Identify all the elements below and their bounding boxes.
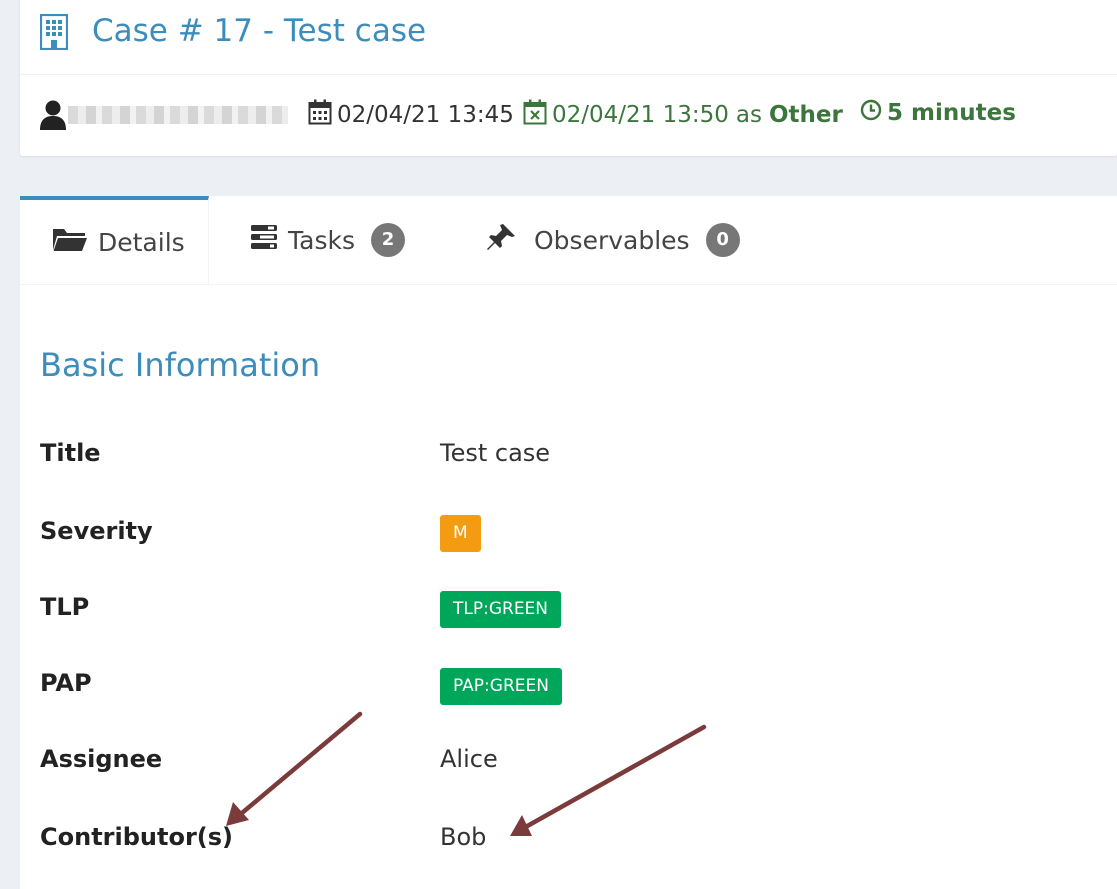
start-date: 02/04/21 13:45 <box>308 99 514 131</box>
tab-details-label: Details <box>98 227 185 257</box>
pap-badge[interactable]: PAP:GREEN <box>440 668 562 705</box>
tab-tasks[interactable]: Tasks 2 <box>250 196 405 284</box>
field-assignee-value[interactable]: Alice <box>440 745 498 773</box>
clock-icon <box>860 99 882 127</box>
building-icon <box>39 13 69 54</box>
tasks-icon <box>250 224 278 256</box>
start-date-text: 02/04/21 13:45 <box>337 102 514 128</box>
field-severity: Severity M <box>40 515 1090 557</box>
severity-badge[interactable]: M <box>440 515 481 552</box>
as-text: as <box>735 102 762 128</box>
user-icon <box>40 100 66 136</box>
case-details-panel: Details Tasks 2 Observables 0 Basic Info… <box>20 196 1117 889</box>
field-tlp-label: TLP <box>40 593 90 621</box>
field-tlp-value: TLP:GREEN <box>440 591 562 628</box>
tasks-count-badge: 2 <box>370 223 405 257</box>
redacted-username <box>68 106 288 124</box>
case-title-row: Case # 17 - Test case <box>20 0 1117 75</box>
folder-open-icon <box>52 226 88 258</box>
duration: 5 minutes <box>860 99 1016 127</box>
end-date-text: 02/04/21 13:50 <box>552 102 729 128</box>
field-severity-value: M <box>440 515 481 552</box>
tab-tasks-label: Tasks <box>288 225 355 255</box>
tab-observables-label: Observables <box>534 225 690 255</box>
field-assignee: Assignee Alice <box>40 745 1090 785</box>
calendar-close-icon <box>523 99 547 131</box>
field-contributors-label: Contributor(s) <box>40 823 234 851</box>
field-contributors: Contributor(s) Bob <box>40 823 1090 863</box>
case-meta: 02/04/21 13:45 02/04/21 13:50 as Other 5… <box>20 94 1117 142</box>
tlp-badge[interactable]: TLP:GREEN <box>440 591 562 628</box>
tab-details[interactable]: Details <box>20 196 209 284</box>
observables-count-badge: 0 <box>705 223 740 257</box>
case-header: Case # 17 - Test case 02/04/21 13:45 02/… <box>20 0 1117 156</box>
tabs-bar: Details Tasks 2 Observables 0 <box>20 196 1117 285</box>
field-pap-label: PAP <box>40 669 92 697</box>
tab-observables[interactable]: Observables 0 <box>486 196 740 284</box>
pushpin-icon <box>486 223 516 257</box>
field-tlp: TLP TLP:GREEN <box>40 591 1090 633</box>
field-assignee-label: Assignee <box>40 745 163 773</box>
case-title: Case # 17 - Test case <box>92 13 427 49</box>
calendar-icon <box>308 99 332 131</box>
field-pap: PAP PAP:GREEN <box>40 668 1090 709</box>
end-date: 02/04/21 13:50 as Other <box>523 99 843 131</box>
field-severity-label: Severity <box>40 517 153 545</box>
field-title-value[interactable]: Test case <box>440 439 550 467</box>
field-title-label: Title <box>40 439 101 467</box>
field-pap-value: PAP:GREEN <box>440 668 562 705</box>
field-title: Title Test case <box>40 439 1090 479</box>
resolution-status: Other <box>768 102 843 128</box>
duration-text: 5 minutes <box>887 100 1016 126</box>
field-contributors-value[interactable]: Bob <box>440 823 486 851</box>
left-gutter <box>0 0 20 889</box>
section-basic-information: Basic Information <box>40 346 321 384</box>
